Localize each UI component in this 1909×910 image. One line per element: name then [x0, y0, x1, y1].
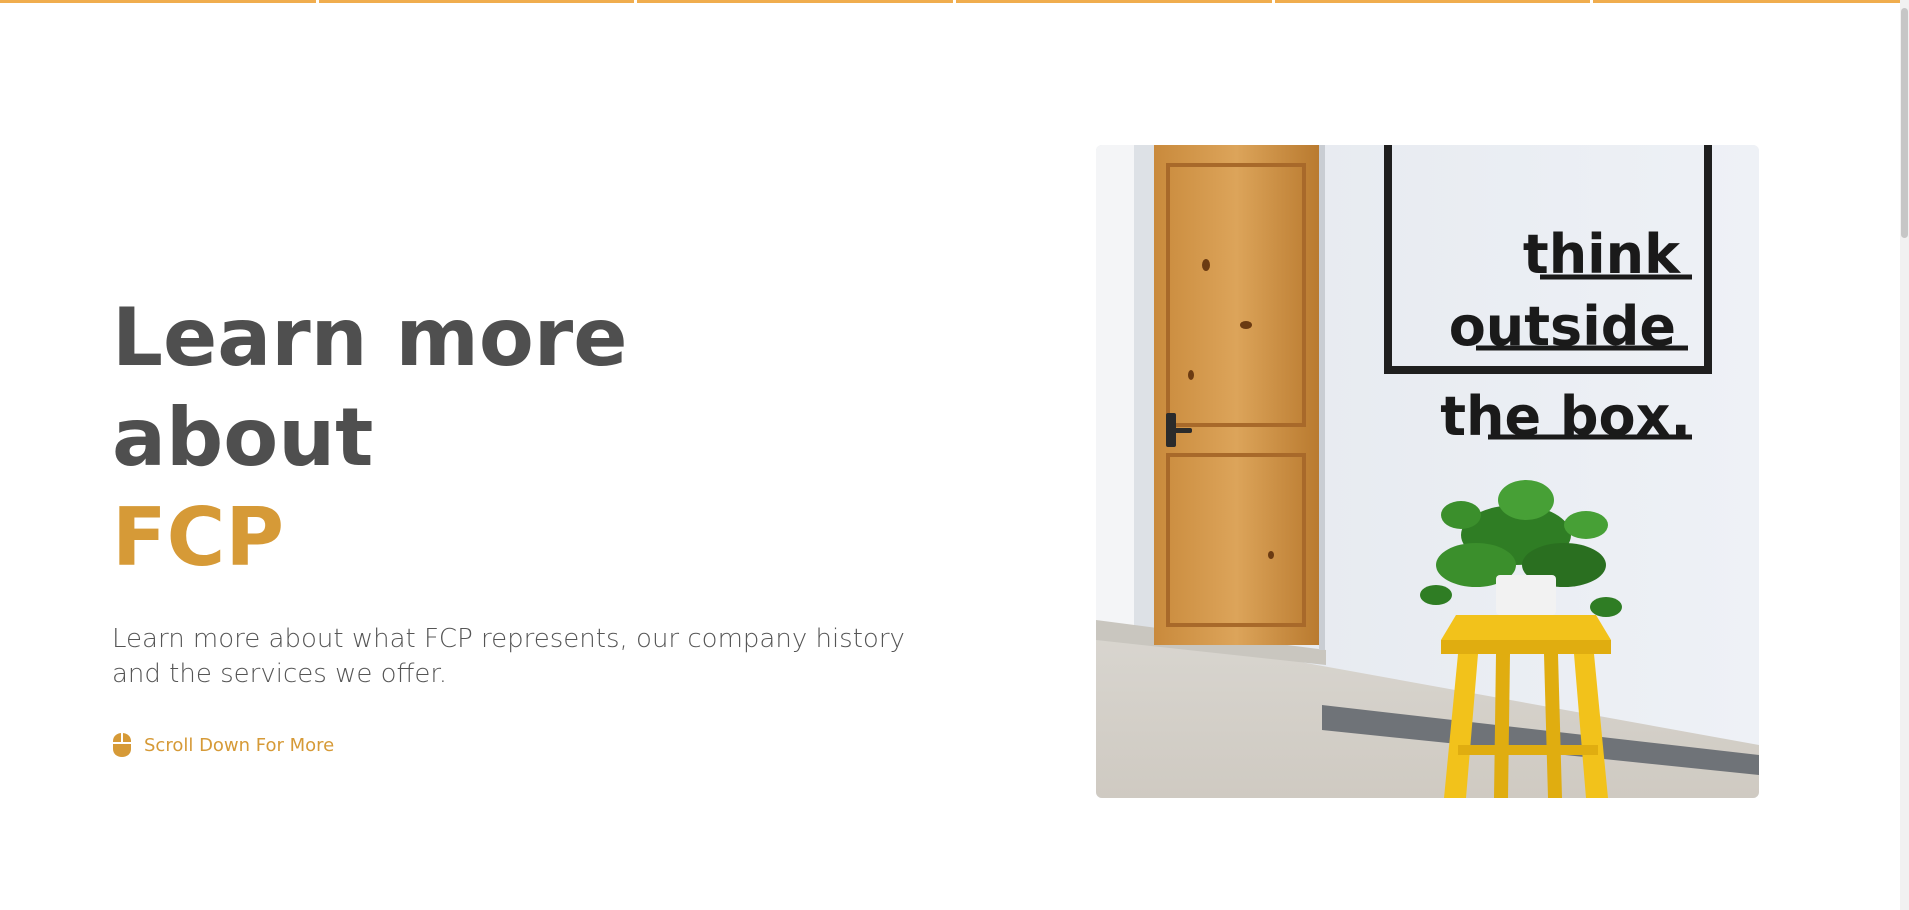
hero-section: Learn more about FCP Learn more about wh… — [112, 288, 912, 758]
page-title-brand: FCP — [112, 491, 284, 584]
office-photo: think outside the box. — [1096, 145, 1759, 798]
scroll-down-label: Scroll Down For More — [144, 734, 335, 756]
progress-segment-5 — [1274, 0, 1591, 3]
mouse-icon — [113, 733, 131, 757]
page-title: Learn more about FCP — [112, 288, 912, 588]
progress-segment-4 — [956, 0, 1272, 3]
progress-segment-1 — [0, 0, 316, 3]
office-photo-illustration: think outside the box. — [1096, 145, 1759, 798]
progress-segment-2 — [318, 0, 635, 3]
scrollbar-thumb[interactable] — [1901, 8, 1908, 238]
progress-segment-6 — [1593, 0, 1909, 3]
page-title-line-1: Learn more about — [112, 291, 628, 484]
scroll-down-link[interactable]: Scroll Down For More — [112, 732, 912, 758]
top-progress-bars — [0, 0, 1909, 4]
page-scrollbar[interactable] — [1900, 0, 1909, 910]
progress-segment-3 — [637, 0, 954, 3]
hero-subtitle: Learn more about what FCP represents, ou… — [112, 624, 905, 689]
